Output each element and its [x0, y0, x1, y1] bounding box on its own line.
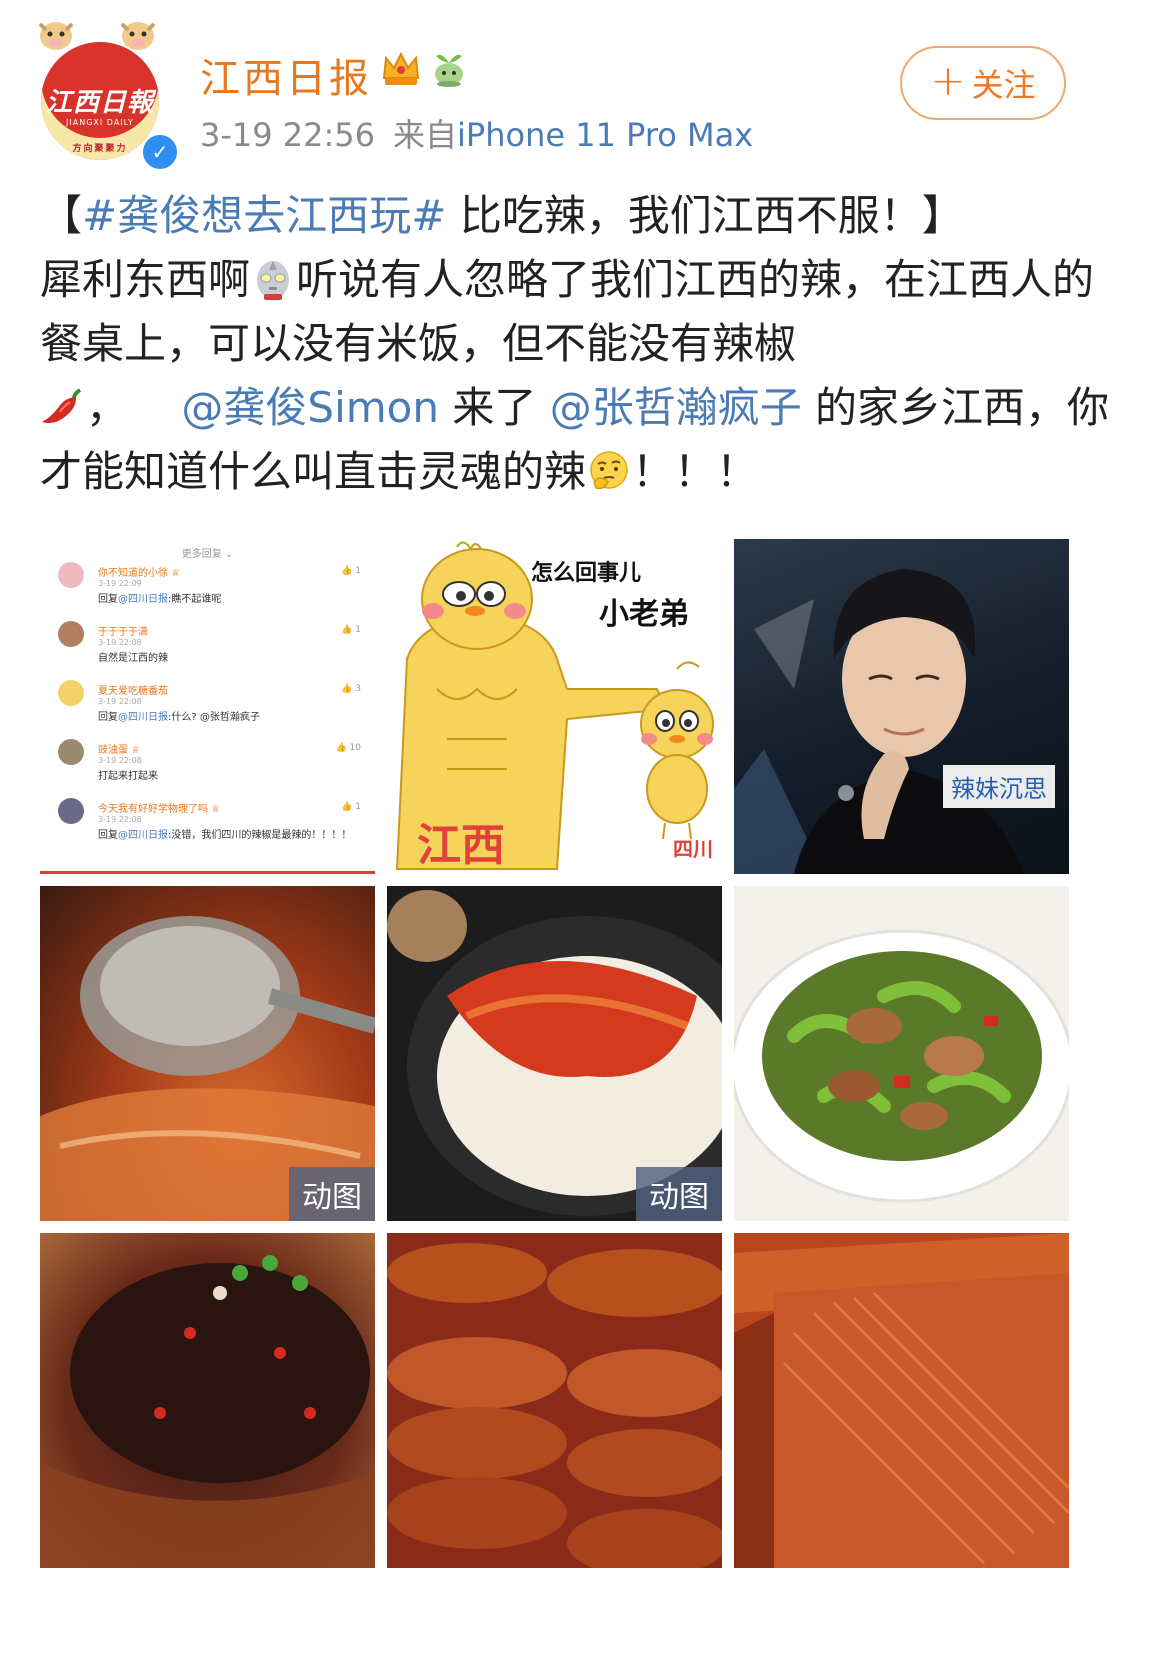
gif-badge: 动图: [289, 1167, 375, 1221]
comment-row[interactable]: 你不知道的小徐 ♕ 3-19 22:09 回复@四川日报:瞧不起谁呢 👍 1: [40, 560, 375, 619]
sprout-badge-icon[interactable]: [428, 48, 470, 88]
beef-drawing: [40, 1255, 375, 1568]
comment-avatar[interactable]: [58, 739, 84, 765]
image-portrait[interactable]: 辣妹沉思: [734, 539, 1069, 874]
comment-text: 回复@四川日报:瞧不起谁呢: [98, 590, 375, 605]
chili-emoji-icon: [42, 388, 82, 424]
post-text: 【#龚俊想去江西玩# 比吃辣，我们江西不服！】 犀利东西啊 听说有人忽略了我们江西…: [40, 184, 1120, 504]
gif-badge: 动图: [636, 1167, 722, 1221]
comment-time: 3-19 22:08: [98, 638, 142, 647]
comment-text: 回复@四川日报:没错，我们四川的辣椒是最辣的！！！！: [98, 826, 375, 841]
comment-like-count: 1: [355, 802, 361, 812]
comment-mention[interactable]: @四川日报: [118, 830, 168, 841]
stirfry-drawing: [734, 929, 1069, 1203]
comment-body: 自然是江西的辣: [98, 653, 168, 664]
comment-like-button[interactable]: 👍 1: [341, 802, 361, 812]
comment-row[interactable]: 夏天爱吃糖番茄 3-19 22:08 回复@四川日报:什么? @张哲瀚疯子 👍 3: [40, 678, 375, 737]
portrait-drawing: [734, 569, 1024, 874]
comment-author[interactable]: 于于于于潇: [98, 619, 375, 638]
comment-row[interactable]: 于于于于潇 3-19 22:08 自然是江西的辣 👍 1: [40, 619, 375, 678]
comment-row[interactable]: 今天我有好好学物理了吗 ♕ 3-19 22:08 回复@四川日报:没错，我们四川的辣…: [40, 796, 375, 855]
bracket-open: 【: [40, 191, 83, 240]
comment-text: 自然是江西的辣: [98, 649, 375, 664]
comment-row[interactable]: 豉油蛋 ♕ 3-19 22:08 打起来打起来 👍 10: [40, 737, 375, 796]
comment-body: :瞧不起谁呢: [168, 594, 222, 605]
image-chili-beef[interactable]: [40, 1233, 375, 1568]
image-pepper-stirfry[interactable]: [734, 886, 1069, 1221]
source-device[interactable]: iPhone 11 Pro Max: [457, 116, 753, 154]
comment-like-button[interactable]: 👍 10: [335, 743, 361, 753]
comment-author[interactable]: 豉油蛋 ♕: [98, 737, 375, 756]
comment-author[interactable]: 夏天爱吃糖番茄: [98, 678, 375, 697]
headline-text: 比吃辣，我们江西不服！】: [446, 191, 964, 240]
topic-link[interactable]: #龚俊想去江西玩#: [82, 191, 446, 240]
comment-author[interactable]: 你不知道的小徐 ♕: [98, 560, 375, 579]
comment-reply-prefix: 回复: [98, 594, 118, 605]
comment-text: 回复@四川日报:什么? @张哲瀚疯子: [98, 708, 375, 723]
comment-avatar[interactable]: [58, 621, 84, 647]
thinking-emoji-icon: [590, 451, 628, 490]
latiao-drawing: [734, 1233, 1069, 1568]
exclamations: ！！！: [632, 447, 759, 496]
cakes-drawing: [387, 1243, 722, 1568]
image-meme[interactable]: 怎么回事儿 小老弟 江西 四川: [387, 539, 722, 874]
portrait-caption: 辣妹沉思: [943, 765, 1055, 808]
comment-body: :没错，我们四川的辣椒是最辣的！！！！: [168, 830, 352, 841]
more-replies: 更多回复 ⌄: [181, 549, 234, 560]
post-time: 3-19 22:56: [200, 116, 376, 154]
mention-link-zhang[interactable]: @张哲瀚疯子: [550, 383, 802, 432]
comment-avatar[interactable]: [58, 798, 84, 824]
image-latiao[interactable]: [734, 1233, 1069, 1568]
comment-author[interactable]: 今天我有好好学物理了吗 ♕: [98, 796, 375, 815]
comment-time: 3-19 22:08: [98, 697, 142, 706]
comment-time: 3-19 22:08: [98, 815, 142, 824]
comment-reply-prefix: 回复: [98, 712, 118, 723]
meme-caption-top: 怎么回事儿: [531, 561, 642, 586]
mention-link-simon[interactable]: @龚俊Simon: [181, 383, 439, 432]
comment-like-button[interactable]: 👍 1: [341, 566, 361, 576]
comment-mention[interactable]: @四川日报: [118, 594, 168, 605]
source-prefix: 来自: [393, 116, 458, 154]
comment-like-button[interactable]: 👍 1: [341, 625, 361, 635]
cow-decoration-icon: [38, 22, 74, 50]
comment-avatar[interactable]: [58, 680, 84, 706]
body-text: 来了: [438, 383, 550, 432]
comment-text: 打起来打起来: [98, 767, 375, 782]
comment-like-button[interactable]: 👍 3: [341, 684, 361, 694]
image-grid: 更多回复 ⌄ 你不知道的小徐 ♕ 3-19 22:09 回复@四川日报:瞧不起谁呢 👍…: [40, 539, 1069, 1568]
comma: ，: [86, 383, 129, 432]
avatar-logo-text: 江西日報: [45, 88, 154, 118]
post-meta: 3-19 22:56 来自iPhone 11 Pro Max: [200, 110, 753, 156]
username[interactable]: 江西日报: [200, 46, 372, 104]
comment-body: :什么? @张哲瀚疯子: [168, 712, 260, 723]
avatar-logo-subtitle: JIANGXI DAILY: [66, 118, 134, 127]
comment-avatar[interactable]: [58, 562, 84, 588]
plus-icon: +: [930, 56, 966, 105]
user-badges: [380, 48, 470, 88]
comment-body: 打起来打起来: [98, 771, 158, 782]
comment-time: 3-19 22:08: [98, 756, 142, 765]
red-divider: [40, 871, 375, 874]
image-comments-screenshot[interactable]: 更多回复 ⌄ 你不知道的小徐 ♕ 3-19 22:09 回复@四川日报:瞧不起谁呢 👍…: [40, 539, 375, 874]
avatar[interactable]: 江西日報 JIANGXI DAILY 方向聚聚力 ✓: [36, 14, 180, 172]
meme-label-jiangxi: 江西: [417, 820, 505, 871]
comment-like-count: 1: [355, 566, 361, 576]
ultraman-emoji-icon: [257, 261, 290, 300]
follow-label: 关注: [971, 66, 1036, 104]
comment-like-count: 3: [355, 684, 361, 694]
body-text: 犀利东西啊: [40, 255, 251, 304]
meme-label-sichuan: 四川: [673, 837, 713, 861]
follow-button[interactable]: + 关注: [900, 46, 1066, 120]
meme-caption-bottom: 小老弟: [599, 597, 689, 632]
comment-mention[interactable]: @四川日报: [118, 712, 168, 723]
verified-icon: ✓: [140, 132, 180, 172]
image-chili-cakes[interactable]: [387, 1233, 722, 1568]
image-wok-chili[interactable]: 动图: [40, 886, 375, 1221]
comment-like-count: 10: [349, 743, 361, 753]
comment-like-count: 1: [355, 625, 361, 635]
crown-badge-icon[interactable]: [380, 48, 422, 88]
image-chili-rice[interactable]: 动图: [387, 886, 722, 1221]
comment-reply-prefix: 回复: [98, 830, 118, 841]
comment-time: 3-19 22:09: [98, 579, 142, 588]
